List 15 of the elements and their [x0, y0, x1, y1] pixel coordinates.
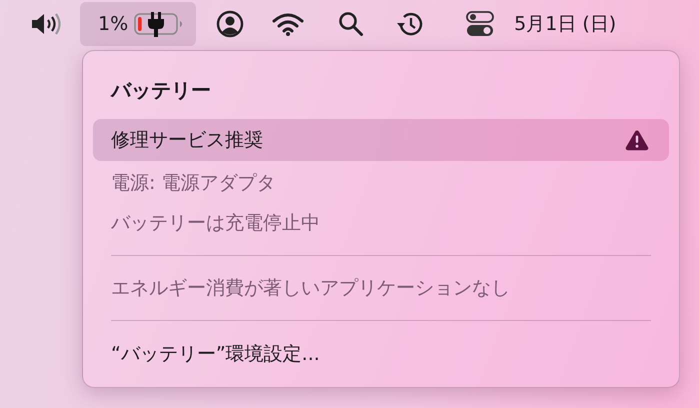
battery-percent: 1% [98, 13, 128, 35]
menu-bar-date[interactable]: 5月1日 (日) [514, 11, 616, 37]
battery-button[interactable]: 1% [80, 2, 196, 46]
menu-item[interactable]: “バッテリー”環境設定... [93, 333, 669, 375]
menu-info-text: エネルギー消費が著しいアプリケーションなし [110, 276, 511, 301]
user-icon[interactable] [216, 10, 244, 38]
search-icon[interactable] [338, 11, 364, 37]
menu-item[interactable]: 修理サービス推奨 [93, 119, 669, 161]
menu-info-text: 電源: 電源アダプタ [110, 171, 276, 196]
battery-icon [134, 11, 184, 37]
menu-info-text: バッテリーは充電停止中 [110, 211, 321, 236]
menu-title: バッテリー [109, 77, 212, 104]
toggles-icon[interactable] [466, 10, 494, 38]
warning-icon [625, 129, 649, 151]
wifi-icon[interactable] [272, 12, 304, 36]
